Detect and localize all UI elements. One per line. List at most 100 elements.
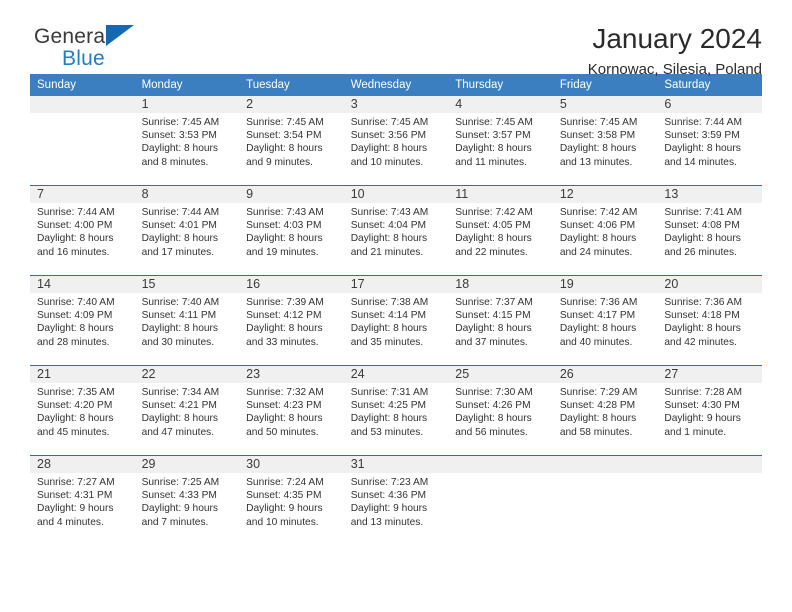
day-number: 13	[657, 186, 762, 203]
day-number: 28	[30, 456, 135, 473]
daylight-text-line2: and 35 minutes.	[350, 336, 424, 348]
day-number: 6	[657, 96, 762, 113]
calendar-day-cell[interactable]	[448, 455, 553, 545]
day-number: 27	[657, 366, 762, 383]
day-number: 9	[239, 186, 344, 203]
page-subtitle: Kornowac, Silesia, Poland	[587, 61, 762, 79]
daylight-text-line1: Daylight: 9 hours	[141, 503, 219, 515]
day-number: 11	[448, 186, 553, 203]
logo-text-general: General	[34, 25, 111, 48]
daylight-text-line2: and 10 minutes.	[246, 516, 319, 528]
calendar-day-cell[interactable]: 1 Sunrise: 7:45 AM Sunset: 3:53 PM Daylight…	[134, 96, 240, 186]
calendar-day-cell[interactable]: 18 Sunrise: 7:37 AM Sunset: 4:15 PM Dayligh…	[448, 275, 553, 366]
sunset-text: Sunset: 4:26 PM	[455, 400, 531, 412]
calendar-day-cell[interactable]: 5 Sunrise: 7:45 AM Sunset: 3:58 PM Daylight…	[552, 96, 658, 186]
calendar-day-cell[interactable]	[552, 455, 658, 545]
sunset-text: Sunset: 4:11 PM	[141, 310, 217, 322]
sunrise-text: Sunrise: 7:40 AM	[141, 297, 220, 308]
sunrise-text: Sunrise: 7:31 AM	[350, 387, 429, 398]
weekday-header-sunday: Sunday	[30, 74, 135, 96]
calendar-day-cell[interactable]: 6 Sunrise: 7:44 AM Sunset: 3:59 PM Daylight…	[657, 96, 762, 186]
calendar-day-cell[interactable]: 11 Sunrise: 7:42 AM Sunset: 4:05 PM Dayligh…	[448, 185, 553, 276]
sunrise-text: Sunrise: 7:24 AM	[246, 477, 324, 488]
calendar-day-cell[interactable]: 22 Sunrise: 7:34 AM Sunset: 4:21 PM Dayligh…	[134, 365, 240, 456]
calendar-day-cell[interactable]: 14 Sunrise: 7:40 AM Sunset: 4:09 PM Dayligh…	[30, 275, 135, 366]
calendar-day-cell[interactable]: 7 Sunrise: 7:44 AM Sunset: 4:00 PM Daylight…	[30, 185, 135, 276]
daylight-text-line1: Daylight: 8 hours	[350, 413, 428, 425]
daylight-text-line2: and 1 minute.	[664, 426, 727, 438]
calendar-day-cell[interactable]	[30, 96, 135, 186]
calendar-day-cell[interactable]: 27 Sunrise: 7:28 AM Sunset: 4:30 PM Dayligh…	[657, 365, 762, 456]
sunrise-text: Sunrise: 7:43 AM	[246, 207, 324, 218]
day-number: 15	[134, 276, 240, 293]
day-number: 1	[134, 96, 240, 113]
day-details: Sunrise: 7:39 AM Sunset: 4:12 PM Daylight:…	[239, 293, 344, 349]
page-header: General Blue January 2024 Kornowac, Sile…	[30, 0, 762, 78]
daylight-text-line1: Daylight: 8 hours	[559, 323, 637, 335]
day-number: 19	[552, 276, 658, 293]
calendar-day-cell[interactable]: 28 Sunrise: 7:27 AM Sunset: 4:31 PM Dayligh…	[30, 455, 135, 545]
calendar-day-cell[interactable]: 8 Sunrise: 7:44 AM Sunset: 4:01 PM Daylight…	[134, 185, 240, 276]
sunset-text: Sunset: 4:20 PM	[37, 400, 113, 412]
daylight-text-line2: and 17 minutes.	[141, 246, 215, 258]
calendar-body: 1 Sunrise: 7:45 AM Sunset: 3:53 PM Daylight…	[30, 96, 762, 545]
calendar-day-cell[interactable]: 24 Sunrise: 7:31 AM Sunset: 4:25 PM Dayligh…	[343, 365, 449, 456]
day-details: Sunrise: 7:45 AM Sunset: 3:58 PM Daylight:…	[553, 113, 658, 169]
calendar-day-cell[interactable]	[657, 455, 762, 545]
weekday-header-wednesday: Wednesday	[343, 74, 449, 96]
sunrise-text: Sunrise: 7:36 AM	[664, 297, 742, 308]
day-details	[448, 473, 553, 476]
daylight-text-line2: and 40 minutes.	[559, 336, 633, 348]
calendar-day-cell[interactable]: 26 Sunrise: 7:29 AM Sunset: 4:28 PM Dayligh…	[552, 365, 658, 456]
daylight-text-line1: Daylight: 8 hours	[37, 233, 114, 245]
day-number: 16	[239, 276, 344, 293]
calendar-day-cell[interactable]: 16 Sunrise: 7:39 AM Sunset: 4:12 PM Dayligh…	[239, 275, 344, 366]
calendar-day-cell[interactable]: 3 Sunrise: 7:45 AM Sunset: 3:56 PM Daylight…	[343, 96, 449, 186]
calendar-day-cell[interactable]: 10 Sunrise: 7:43 AM Sunset: 4:04 PM Dayligh…	[343, 185, 449, 276]
calendar-day-cell[interactable]: 23 Sunrise: 7:32 AM Sunset: 4:23 PM Dayligh…	[239, 365, 344, 456]
day-details: Sunrise: 7:27 AM Sunset: 4:31 PM Daylight:…	[30, 473, 135, 529]
daylight-text-line1: Daylight: 9 hours	[37, 503, 114, 515]
logo-triangle-icon	[106, 25, 134, 46]
day-number: 8	[134, 186, 240, 203]
day-number: 17	[343, 276, 449, 293]
calendar-day-cell[interactable]: 12 Sunrise: 7:42 AM Sunset: 4:06 PM Dayligh…	[552, 185, 658, 276]
calendar-day-cell[interactable]: 2 Sunrise: 7:45 AM Sunset: 3:54 PM Daylight…	[239, 96, 344, 186]
calendar-day-cell[interactable]: 19 Sunrise: 7:36 AM Sunset: 4:17 PM Dayligh…	[552, 275, 658, 366]
daylight-text-line2: and 13 minutes.	[559, 156, 633, 168]
sunset-text: Sunset: 4:15 PM	[455, 310, 531, 322]
calendar-day-cell[interactable]: 9 Sunrise: 7:43 AM Sunset: 4:03 PM Daylight…	[239, 185, 344, 276]
calendar-day-cell[interactable]: 13 Sunrise: 7:41 AM Sunset: 4:08 PM Dayligh…	[657, 185, 762, 276]
daylight-text-line1: Daylight: 8 hours	[350, 233, 428, 245]
sunrise-text: Sunrise: 7:27 AM	[37, 477, 115, 488]
general-blue-logo[interactable]: General Blue	[30, 24, 160, 74]
day-number: 5	[552, 96, 658, 113]
day-number: 2	[239, 96, 344, 113]
daylight-text-line1: Daylight: 8 hours	[141, 323, 219, 335]
sunset-text: Sunset: 3:54 PM	[246, 130, 322, 142]
day-details: Sunrise: 7:29 AM Sunset: 4:28 PM Daylight:…	[553, 383, 658, 439]
daylight-text-line1: Daylight: 8 hours	[246, 413, 323, 425]
calendar-day-cell[interactable]: 17 Sunrise: 7:38 AM Sunset: 4:14 PM Dayligh…	[343, 275, 449, 366]
calendar-day-cell[interactable]: 20 Sunrise: 7:36 AM Sunset: 4:18 PM Dayligh…	[657, 275, 762, 366]
calendar-day-cell[interactable]: 25 Sunrise: 7:30 AM Sunset: 4:26 PM Dayligh…	[448, 365, 553, 456]
day-details	[553, 473, 658, 476]
sunrise-text: Sunrise: 7:25 AM	[141, 477, 220, 488]
calendar-day-cell[interactable]: 21 Sunrise: 7:35 AM Sunset: 4:20 PM Dayligh…	[30, 365, 135, 456]
calendar-day-cell[interactable]: 4 Sunrise: 7:45 AM Sunset: 3:57 PM Daylight…	[448, 96, 553, 186]
day-details: Sunrise: 7:44 AM Sunset: 3:59 PM Daylight:…	[657, 113, 762, 169]
day-details: Sunrise: 7:34 AM Sunset: 4:21 PM Daylight:…	[135, 383, 240, 439]
daylight-text-line1: Daylight: 8 hours	[141, 233, 219, 245]
sunrise-text: Sunrise: 7:28 AM	[664, 387, 742, 398]
calendar-day-cell[interactable]: 15 Sunrise: 7:40 AM Sunset: 4:11 PM Dayligh…	[134, 275, 240, 366]
calendar-day-cell[interactable]: 29 Sunrise: 7:25 AM Sunset: 4:33 PM Dayligh…	[134, 455, 240, 545]
sunrise-text: Sunrise: 7:39 AM	[246, 297, 324, 308]
calendar-day-cell[interactable]: 31 Sunrise: 7:23 AM Sunset: 4:36 PM Dayligh…	[343, 455, 449, 545]
weekday-header-monday: Monday	[134, 74, 240, 96]
day-details: Sunrise: 7:25 AM Sunset: 4:33 PM Daylight:…	[135, 473, 240, 529]
sunset-text: Sunset: 4:31 PM	[37, 490, 113, 502]
calendar-day-cell[interactable]: 30 Sunrise: 7:24 AM Sunset: 4:35 PM Dayligh…	[239, 455, 344, 545]
sunset-text: Sunset: 4:35 PM	[246, 490, 322, 502]
sunset-text: Sunset: 4:21 PM	[141, 400, 217, 412]
day-details: Sunrise: 7:24 AM Sunset: 4:35 PM Daylight:…	[239, 473, 344, 529]
